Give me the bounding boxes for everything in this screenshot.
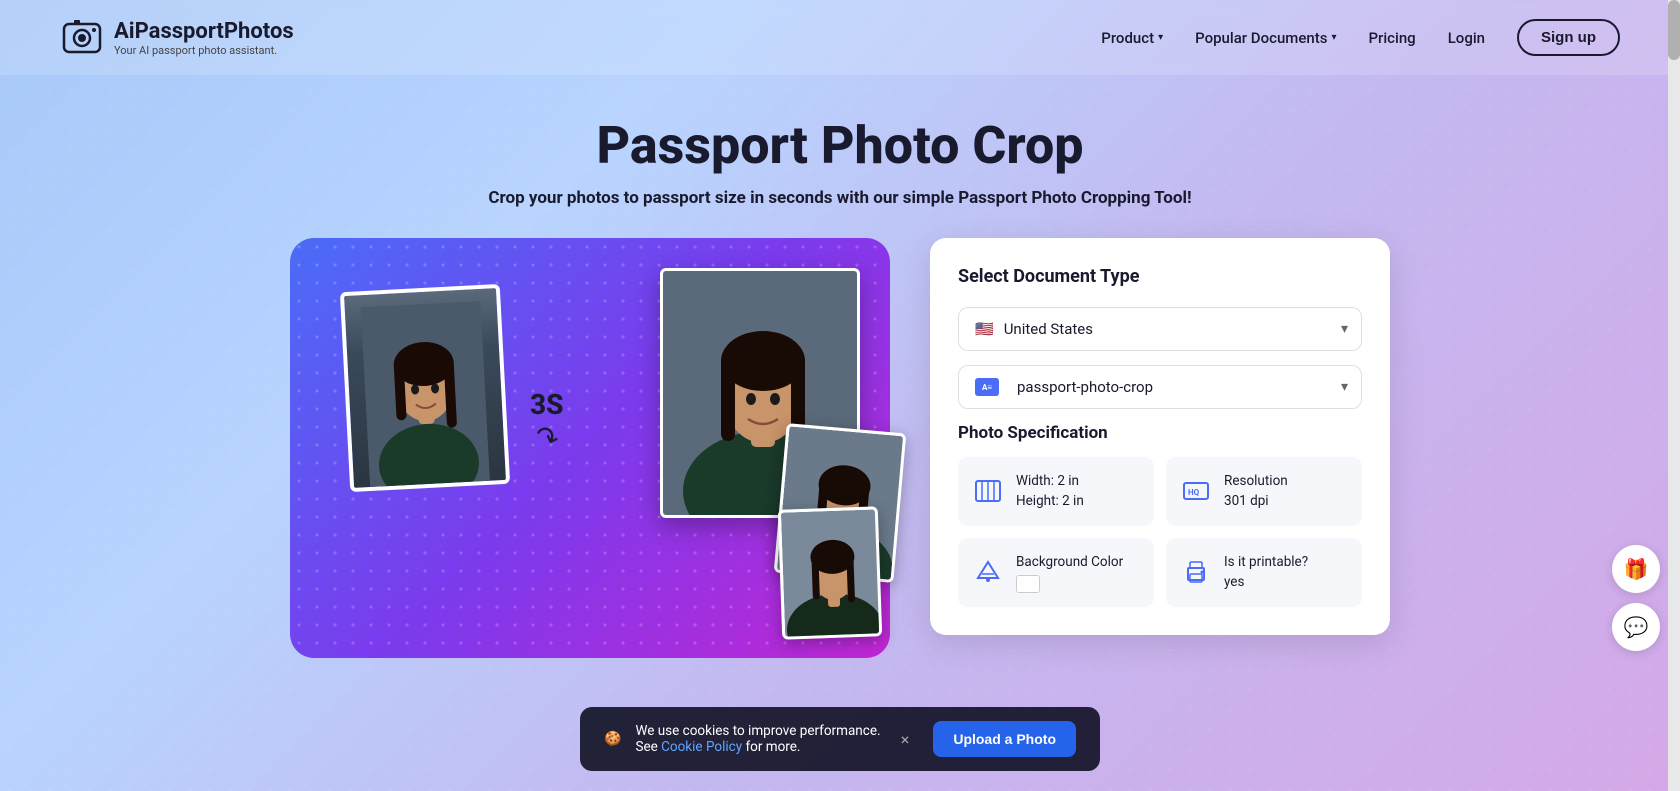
photo-processed-small-2 bbox=[778, 506, 882, 639]
photo-original-inner bbox=[344, 288, 506, 488]
background-color-label: Background Color bbox=[1016, 552, 1123, 572]
country-select[interactable]: 🇺🇸 United States bbox=[958, 307, 1362, 351]
upload-photo-button-cookie[interactable]: Upload a Photo bbox=[933, 721, 1076, 757]
cookie-banner: 🍪 We use cookies to improve performance.… bbox=[580, 707, 1100, 771]
timer-arrow: 3S ↷ bbox=[530, 388, 564, 454]
document-panel: Select Document Type 🇺🇸 United States ▾ … bbox=[930, 238, 1390, 635]
svg-text:HQ: HQ bbox=[1188, 488, 1200, 497]
logo[interactable]: AiPassportPhotos Your AI passport photo … bbox=[60, 16, 294, 60]
hero-title: Passport Photo Crop bbox=[0, 115, 1680, 176]
bg-color-icon bbox=[972, 556, 1004, 588]
document-type-select-wrapper[interactable]: A≡ passport-photo-crop ▾ bbox=[958, 365, 1362, 409]
gift-button[interactable]: 🎁 bbox=[1612, 545, 1660, 593]
nav-pricing[interactable]: Pricing bbox=[1368, 29, 1415, 47]
cookie-policy-link[interactable]: Cookie Policy bbox=[661, 739, 742, 755]
spec-printable-text: Is it printable? yes bbox=[1224, 552, 1308, 593]
gift-icon: 🎁 bbox=[1624, 557, 1649, 581]
illustration-card: 3S ↷ bbox=[290, 238, 890, 658]
scrollbar-thumb[interactable] bbox=[1668, 0, 1680, 60]
main-nav: Product ▾ Popular Documents ▾ Pricing Lo… bbox=[1101, 19, 1620, 56]
photo-original bbox=[340, 284, 510, 492]
nav-login[interactable]: Login bbox=[1448, 29, 1485, 47]
spec-printable-card: Is it printable? yes bbox=[1166, 538, 1362, 607]
chat-button[interactable]: 💬 bbox=[1612, 603, 1660, 651]
brand-name: AiPassportPhotos bbox=[114, 19, 294, 44]
cookie-text: We use cookies to improve performance. S… bbox=[635, 723, 882, 755]
print-icon bbox=[1180, 556, 1212, 588]
background-color-swatch[interactable] bbox=[1016, 575, 1040, 593]
spec-background-text: Background Color bbox=[1016, 552, 1123, 593]
hero-section: Passport Photo Crop Crop your photos to … bbox=[0, 75, 1680, 208]
document-type-select[interactable]: A≡ passport-photo-crop bbox=[958, 365, 1362, 409]
cookie-close-button[interactable]: × bbox=[901, 730, 910, 749]
timer-label: 3S bbox=[530, 388, 564, 421]
spec-grid: Width: 2 in Height: 2 in HQ Resolution 3… bbox=[958, 457, 1362, 607]
size-icon bbox=[972, 475, 1004, 507]
chevron-down-icon: ▾ bbox=[1331, 32, 1336, 43]
chat-icon: 💬 bbox=[1624, 615, 1649, 639]
spec-resolution-card: HQ Resolution 301 dpi bbox=[1166, 457, 1362, 526]
document-icon: A≡ bbox=[975, 378, 999, 396]
photo-processed-group bbox=[660, 268, 860, 518]
cookie-icon: 🍪 bbox=[604, 731, 621, 747]
header: AiPassportPhotos Your AI passport photo … bbox=[0, 0, 1680, 75]
document-label: passport-photo-crop bbox=[1017, 378, 1153, 396]
us-flag-icon: 🇺🇸 bbox=[975, 320, 994, 338]
logo-icon bbox=[60, 16, 104, 60]
brand-tagline: Your AI passport photo assistant. bbox=[114, 44, 294, 57]
signup-button[interactable]: Sign up bbox=[1517, 19, 1620, 56]
hero-subtitle: Crop your photos to passport size in sec… bbox=[0, 188, 1680, 208]
country-select-wrapper[interactable]: 🇺🇸 United States ▾ bbox=[958, 307, 1362, 351]
spec-size-card: Width: 2 in Height: 2 in bbox=[958, 457, 1154, 526]
scrollbar[interactable] bbox=[1668, 0, 1680, 791]
spec-background-card: Background Color bbox=[958, 538, 1154, 607]
main-content: 3S ↷ bbox=[0, 208, 1680, 658]
spec-title: Photo Specification bbox=[958, 423, 1362, 443]
person-illustration-left bbox=[361, 301, 490, 487]
floating-buttons: 🎁 💬 bbox=[1612, 545, 1660, 651]
spec-resolution-text: Resolution 301 dpi bbox=[1224, 471, 1288, 512]
chevron-down-icon: ▾ bbox=[1158, 32, 1163, 43]
panel-title: Select Document Type bbox=[958, 266, 1362, 287]
logo-text: AiPassportPhotos Your AI passport photo … bbox=[114, 19, 294, 57]
nav-product[interactable]: Product ▾ bbox=[1101, 29, 1163, 47]
nav-popular-documents[interactable]: Popular Documents ▾ bbox=[1195, 29, 1336, 47]
hd-icon: HQ bbox=[1180, 475, 1212, 507]
spec-size-text: Width: 2 in Height: 2 in bbox=[1016, 471, 1084, 512]
person-illustration-small-2 bbox=[781, 509, 882, 640]
country-label: United States bbox=[1004, 320, 1093, 338]
